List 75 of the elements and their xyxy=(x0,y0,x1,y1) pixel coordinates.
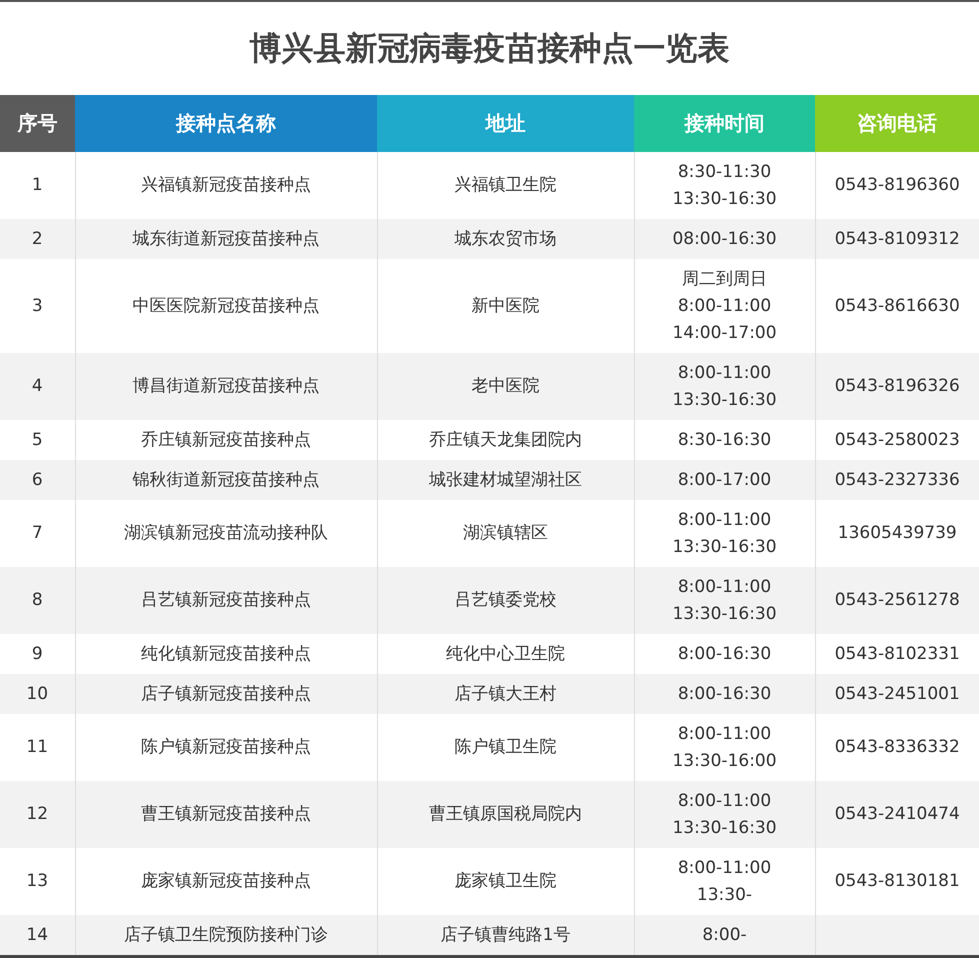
table-cell-text: 8:30-11:30 13:30-16:30 xyxy=(672,160,777,210)
table-cell: 曹王镇原国税局院内 xyxy=(429,804,582,824)
table-cell: 店子镇曹纯路1号 xyxy=(440,924,570,944)
table-cell: 城东街道新冠疫苗接种点 xyxy=(132,228,320,248)
table-cell: 3 xyxy=(32,296,43,316)
table-cell: 陈户镇卫生院 xyxy=(454,737,556,757)
table-title: 博兴县新冠病毒疫苗接种点一览表 xyxy=(248,28,730,68)
table-cell-text: 8:00-11:00 13:30-16:30 xyxy=(672,362,777,412)
table-cell-text: 周二到周日 8:00-11:00 14:00-17:00 xyxy=(672,268,777,344)
table-cell: 纯化中心卫生院 xyxy=(446,644,565,664)
table-cell: 0543-8616630 xyxy=(834,296,960,316)
table-cell: 兴福镇卫生院 xyxy=(454,175,556,195)
table-cell: 锦秋街道新冠疫苗接种点 xyxy=(132,470,320,490)
table-cell: 14 xyxy=(26,924,48,944)
table-cell: 店子镇卫生院预防接种门诊 xyxy=(124,924,328,944)
table-cell-text: 8:00-11:00 13:30-16:00 xyxy=(672,722,777,772)
table-cell: 老中医院 xyxy=(472,376,540,396)
table-cell: 10 xyxy=(26,684,48,704)
table-cell: 0543-2451001 xyxy=(834,684,960,704)
table-cell-text: 8:00-17:00 xyxy=(678,468,772,492)
table-cell: 吕艺镇新冠疫苗接种点 xyxy=(141,590,311,610)
table-cell-text: 8:00-16:30 xyxy=(678,642,772,666)
table-cell: 6 xyxy=(32,470,43,490)
column-header: 接种点名称 xyxy=(75,95,377,152)
table-cell: 13 xyxy=(26,871,48,891)
table-cell-text: 8:00-11:00 13:30- xyxy=(678,856,772,906)
table-cell: 城张建材城望湖社区 xyxy=(429,470,582,490)
table-cell: 湖滨镇新冠疫苗流动接种队 xyxy=(124,523,328,543)
table-cell: 0543-2580023 xyxy=(834,430,960,450)
table-cell: 7 xyxy=(32,523,43,543)
table-cell: 曹王镇新冠疫苗接种点 xyxy=(141,804,311,824)
table-cell: 0543-8196360 xyxy=(834,175,960,195)
column-header: 咨询电话 xyxy=(815,95,979,152)
table-cell-text: 8:30-16:30 xyxy=(678,428,772,452)
table-cell: 吕艺镇委党校 xyxy=(454,590,556,610)
table-cell: 0543-8130181 xyxy=(834,871,960,891)
table-cell: 湖滨镇辖区 xyxy=(463,523,548,543)
table-cell: 城东农贸市场 xyxy=(454,228,556,248)
table-cell: 新中医院 xyxy=(472,296,540,316)
table-cell: 11 xyxy=(26,737,48,757)
table-cell-text: 8:00-16:30 xyxy=(678,682,772,706)
table-cell: 0543-2327336 xyxy=(834,470,960,490)
column-header: 序号 xyxy=(0,95,75,152)
table-cell: 9 xyxy=(32,644,43,664)
column-header: 接种时间 xyxy=(634,95,815,152)
table-cell-text: 8:00-11:00 13:30-16:30 xyxy=(672,790,777,840)
table-cell-text: 8:00-11:00 13:30-16:30 xyxy=(672,508,777,558)
table-cell: 乔庄镇新冠疫苗接种点 xyxy=(141,430,311,450)
table-cell-text: 08:00-16:30 xyxy=(672,228,777,250)
table-cell: 12 xyxy=(26,804,48,824)
table-cell: 8 xyxy=(32,590,43,610)
table-cell: 2 xyxy=(32,228,43,248)
table-cell: 乔庄镇天龙集团院内 xyxy=(429,430,582,450)
table-cell: 兴福镇新冠疫苗接种点 xyxy=(141,175,311,195)
table-cell: 0543-8109312 xyxy=(834,228,960,248)
table-cell: 店子镇大王村 xyxy=(454,684,556,704)
table-cell: 5 xyxy=(32,430,43,450)
table-cell: 庞家镇卫生院 xyxy=(454,871,556,891)
table-cell: 0543-2410474 xyxy=(834,804,960,824)
table-cell: 陈户镇新冠疫苗接种点 xyxy=(141,737,311,757)
column-header: 地址 xyxy=(377,95,634,152)
table-cell: 0543-8102331 xyxy=(834,644,960,664)
table-cell: 庞家镇新冠疫苗接种点 xyxy=(141,871,311,891)
table-cell: 纯化镇新冠疫苗接种点 xyxy=(141,644,311,664)
table-cell: 0543-8196326 xyxy=(834,376,960,396)
table-cell: 0543-2561278 xyxy=(834,590,960,610)
table-cell: 博昌街道新冠疫苗接种点 xyxy=(132,376,320,396)
table-cell-text: 8:00- xyxy=(702,924,747,946)
table-cell: 1 xyxy=(32,175,43,195)
table-cell: 4 xyxy=(32,376,43,396)
table-cell: 0543-8336332 xyxy=(834,737,960,757)
table-cell: 中医医院新冠疫苗接种点 xyxy=(132,296,320,316)
table-cell-text: 8:00-11:00 13:30-16:30 xyxy=(672,576,777,626)
table-cell: 13605439739 xyxy=(838,523,957,543)
table-cell: 店子镇新冠疫苗接种点 xyxy=(141,684,311,704)
